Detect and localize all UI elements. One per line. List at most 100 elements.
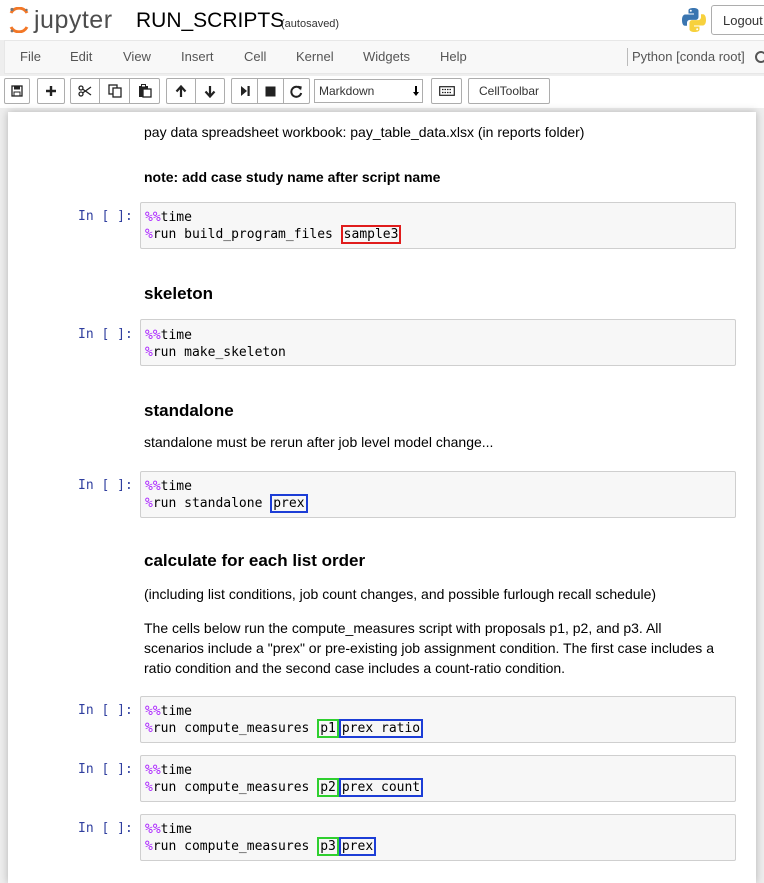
copy-icon	[107, 84, 122, 98]
input-prompt: In [ ]:	[78, 762, 133, 777]
paste-icon	[138, 84, 152, 98]
time-word: time	[160, 822, 192, 837]
move-up-button[interactable]	[166, 78, 196, 104]
time-word: time	[160, 328, 192, 343]
move-down-button[interactable]	[195, 78, 225, 104]
select-arrow-icon	[413, 86, 419, 96]
time-word: time	[160, 704, 192, 719]
markdown-standalone: standalone must be rerun after job level…	[144, 434, 494, 450]
markdown-cells-line1: The cells below run the compute_measures…	[144, 620, 662, 636]
menu-edit[interactable]: Edit	[70, 41, 92, 73]
jupyter-icon	[9, 7, 29, 33]
highlight-case-name: sample3	[340, 225, 402, 244]
menu-view[interactable]: View	[123, 41, 151, 73]
code-line-time: %%time	[145, 703, 192, 720]
code-cell-compute-p1[interactable]: %%time %run compute_measures p1 prex rati…	[140, 696, 736, 743]
run-prefix: %	[145, 496, 153, 511]
highlight-condition: prex count	[338, 778, 424, 797]
celltoolbar-button[interactable]: CellToolbar	[468, 78, 550, 104]
code-cell-compute-p3[interactable]: %%time %run compute_measures p3 prex	[140, 814, 736, 861]
heading-skeleton: skeleton	[144, 284, 213, 303]
code-line-run: %run compute_measures p3 prex	[145, 837, 377, 856]
code-cell-build-program[interactable]: %%time %run build_program_files sample3	[140, 202, 736, 249]
code-line-time: %%time	[145, 762, 192, 779]
run-cell-button[interactable]	[231, 78, 258, 104]
save-icon	[11, 85, 23, 97]
code-line-time: %%time	[145, 327, 192, 344]
run-command: run compute_measures	[152, 839, 318, 854]
time-word: time	[160, 763, 192, 778]
code-line-run: %run standalone prex	[145, 494, 308, 513]
run-prefix: %	[145, 345, 153, 360]
markdown-note: note: add case study name after script n…	[144, 169, 441, 185]
run-prefix: %	[145, 780, 153, 795]
magic-prefix: %%	[145, 704, 161, 719]
input-prompt: In [ ]:	[78, 327, 133, 342]
heading-standalone: standalone	[144, 401, 234, 420]
magic-prefix: %%	[145, 210, 161, 225]
arrow-down-icon	[204, 85, 216, 98]
highlight-condition: prex ratio	[338, 719, 424, 738]
kernel-status-icon	[755, 51, 764, 63]
logo-text: jupyter	[34, 5, 113, 34]
kernel-name: Python [conda root]	[632, 49, 745, 64]
highlight-proposal: p3	[317, 837, 339, 856]
menu-kernel[interactable]: Kernel	[296, 41, 334, 73]
menu-insert[interactable]: Insert	[181, 41, 214, 73]
highlight-proposal: p1	[317, 719, 339, 738]
input-prompt: In [ ]:	[78, 209, 133, 224]
run-prefix: %	[145, 721, 153, 736]
code-cell-compute-p2[interactable]: %%time %run compute_measures p2 prex coun…	[140, 755, 736, 802]
restart-kernel-button[interactable]	[283, 78, 310, 104]
magic-prefix: %%	[145, 479, 161, 494]
menu-file[interactable]: File	[20, 41, 41, 73]
command-palette-button[interactable]	[431, 78, 462, 104]
autosave-status: (autosaved)	[281, 18, 340, 30]
markdown-cells-line3: ratio condition and the second case incl…	[144, 660, 566, 676]
run-command: run compute_measures	[152, 780, 318, 795]
run-command: run build_program_files	[152, 227, 341, 242]
code-line-time: %%time	[145, 209, 192, 226]
magic-prefix: %%	[145, 822, 161, 837]
highlight-proposal: p2	[317, 778, 339, 797]
arrow-up-icon	[175, 84, 187, 97]
copy-button[interactable]	[99, 78, 130, 104]
save-button[interactable]	[4, 78, 30, 104]
cell-type-select[interactable]: Markdown	[314, 79, 423, 103]
header: jupyter RUN_SCRIPTS (autosaved) Logout	[0, 0, 764, 40]
code-cell-make-skeleton[interactable]: %%time %run make_skeleton	[140, 319, 736, 366]
notebook-name[interactable]: RUN_SCRIPTS	[136, 9, 284, 33]
time-word: time	[160, 479, 192, 494]
code-line-run: %run make_skeleton	[145, 344, 286, 361]
code-cell-standalone[interactable]: %%time %run standalone prex	[140, 471, 736, 518]
menu-help[interactable]: Help	[440, 41, 467, 73]
highlight-condition: prex	[270, 494, 308, 513]
scissors-icon	[78, 85, 92, 97]
run-command: run standalone	[152, 496, 271, 511]
python-logo-icon	[682, 8, 706, 32]
menu-cell[interactable]: Cell	[244, 41, 266, 73]
cell-type-value: Markdown	[319, 84, 375, 98]
jupyter-logo[interactable]: jupyter	[8, 4, 113, 36]
menubar: File Edit View Insert Cell Kernel Widget…	[4, 40, 764, 74]
highlight-condition: prex	[338, 837, 377, 856]
toolbar: Markdown CellToolbar	[0, 76, 764, 108]
run-prefix: %	[145, 839, 153, 854]
menu-widgets[interactable]: Widgets	[363, 41, 410, 73]
interrupt-kernel-button[interactable]	[257, 78, 284, 104]
input-prompt: In [ ]:	[78, 821, 133, 836]
run-command: run compute_measures	[152, 721, 318, 736]
logout-button[interactable]: Logout	[711, 5, 764, 35]
magic-prefix: %%	[145, 763, 161, 778]
code-line-time: %%time	[145, 821, 192, 838]
paste-button[interactable]	[129, 78, 160, 104]
code-line-run: %run compute_measures p2 prex count	[145, 778, 424, 797]
magic-prefix: %%	[145, 328, 161, 343]
code-line-time: %%time	[145, 478, 192, 495]
step-forward-icon	[240, 86, 250, 96]
insert-cell-button[interactable]	[37, 78, 65, 104]
cut-button[interactable]	[70, 78, 100, 104]
markdown-including: (including list conditions, job count ch…	[144, 586, 657, 602]
run-prefix: %	[145, 227, 153, 242]
input-prompt: In [ ]:	[78, 478, 133, 493]
